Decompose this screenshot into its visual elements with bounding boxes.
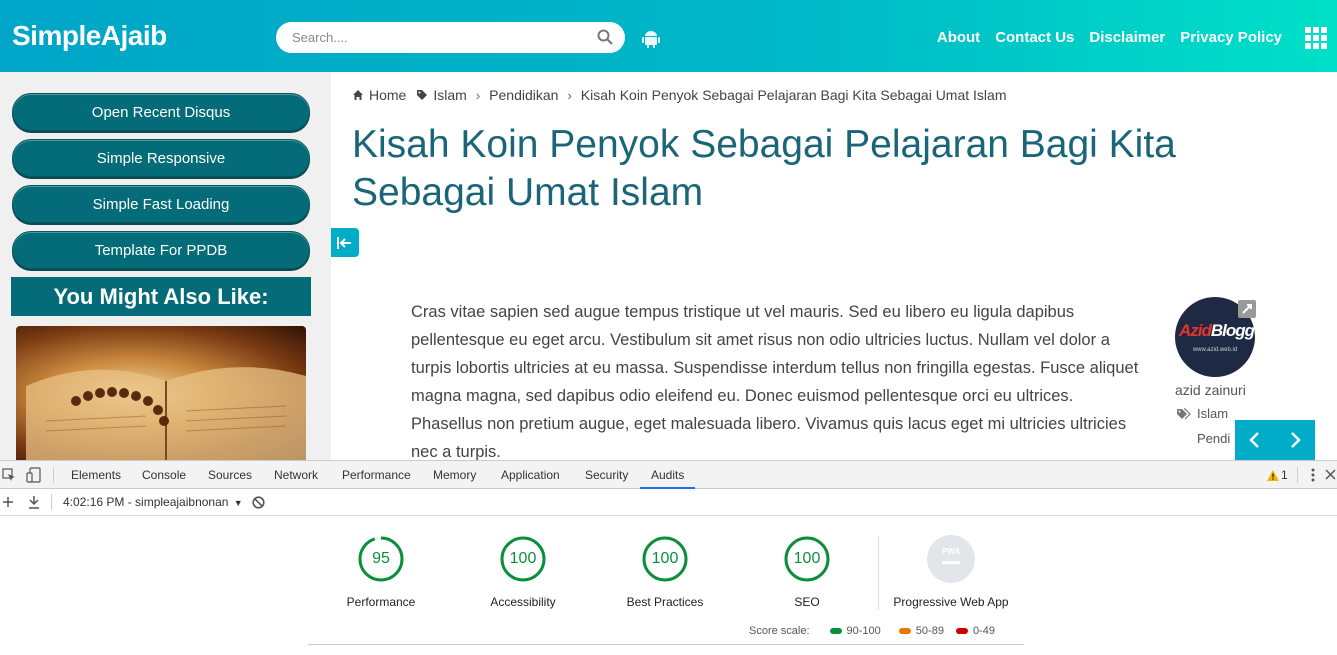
tab-elements[interactable]: Elements bbox=[71, 461, 121, 489]
tab-application[interactable]: Application bbox=[501, 461, 560, 489]
devtools-tab-bar: Elements Console Sources Network Perform… bbox=[0, 461, 1337, 489]
scale-rule bbox=[308, 644, 1024, 645]
slider-prev-button[interactable] bbox=[1235, 420, 1275, 460]
warning-icon bbox=[1267, 469, 1279, 481]
scale-item-poor: 0-49 bbox=[955, 625, 995, 637]
audits-toolbar: 4:02:16 PM - simpleajaibnonan ▼ bbox=[0, 489, 1337, 516]
slider-next-button[interactable] bbox=[1275, 420, 1315, 460]
nav-privacy-policy[interactable]: Privacy Policy bbox=[1180, 29, 1282, 46]
home-icon bbox=[353, 90, 363, 100]
score-gauge-seo[interactable]: 100 SEO bbox=[747, 535, 867, 609]
score-value: 100 bbox=[793, 550, 821, 567]
new-audit-icon[interactable] bbox=[2, 496, 14, 508]
sidebar-toggle-button[interactable] bbox=[331, 228, 359, 257]
breadcrumb-home[interactable]: Home bbox=[369, 87, 406, 103]
toolbar-divider bbox=[51, 494, 52, 510]
chevron-right-icon: › bbox=[567, 87, 572, 103]
you-might-also-like-title: You Might Also Like: bbox=[11, 277, 311, 316]
open-recent-disqus-button[interactable]: Open Recent Disqus bbox=[12, 93, 310, 131]
tab-audits[interactable]: Audits bbox=[640, 461, 696, 489]
score-gauge-performance[interactable]: 95 Performance bbox=[321, 535, 441, 609]
score-label: Performance bbox=[346, 595, 416, 609]
score-value: 95 bbox=[372, 550, 390, 567]
simple-fast-loading-button[interactable]: Simple Fast Loading bbox=[12, 185, 310, 223]
score-gauge-accessibility[interactable]: 100 Accessibility bbox=[463, 535, 583, 609]
author-tag-pendidikan[interactable]: Pendi bbox=[1197, 431, 1230, 446]
template-for-ppdb-button[interactable]: Template For PPDB bbox=[12, 231, 310, 269]
gauge-ring: 95 bbox=[357, 535, 405, 583]
download-icon[interactable] bbox=[28, 495, 40, 509]
sidebar: Open Recent Disqus Simple Responsive Sim… bbox=[0, 72, 331, 460]
site-logo[interactable]: SimpleAjaib bbox=[12, 20, 167, 52]
tab-performance[interactable]: Performance bbox=[342, 461, 411, 489]
nav-contact-us[interactable]: Contact Us bbox=[995, 29, 1074, 46]
related-post-image[interactable] bbox=[16, 326, 306, 460]
tab-memory[interactable]: Memory bbox=[433, 461, 476, 489]
search-box bbox=[276, 22, 625, 53]
score-value: 100 bbox=[509, 550, 537, 567]
tab-network[interactable]: Network bbox=[274, 461, 318, 489]
gauge-ring: 100 bbox=[499, 535, 547, 583]
site-header: SimpleAjaib About Contact Us Disclaimer … bbox=[0, 0, 1337, 72]
warning-indicator[interactable]: 1 bbox=[1267, 468, 1288, 482]
post-title: Kisah Koin Penyok Sebagai Pelajaran Bagi… bbox=[352, 123, 1176, 214]
expand-icon[interactable] bbox=[1238, 300, 1256, 318]
avatar-brand: AzidBlogger bbox=[1179, 321, 1255, 340]
scale-item-average: 50-89 bbox=[898, 625, 944, 637]
avatar-url: www.azid.web.id bbox=[1192, 347, 1238, 353]
chevron-right-icon: › bbox=[475, 87, 481, 103]
breadcrumb-pendidikan[interactable]: Pendidikan bbox=[489, 87, 558, 103]
breadcrumb-islam[interactable]: Islam bbox=[433, 87, 466, 103]
audit-session-select[interactable]: 4:02:16 PM - simpleajaibnonan ▼ bbox=[63, 495, 243, 509]
scale-item-good: 90-100 bbox=[829, 625, 881, 637]
toolbar-divider bbox=[53, 467, 54, 483]
collapse-left-icon bbox=[337, 237, 351, 249]
device-toolbar-icon[interactable] bbox=[26, 467, 42, 483]
dropdown-arrow-icon: ▼ bbox=[233, 498, 243, 508]
inspect-element-icon[interactable] bbox=[2, 468, 16, 482]
score-scale-label: Score scale: bbox=[749, 625, 810, 637]
breadcrumb-current: Kisah Koin Penyok Sebagai Pelajaran Bagi… bbox=[580, 87, 1007, 103]
simple-responsive-button[interactable]: Simple Responsive bbox=[12, 139, 310, 177]
gauge-ring: 100 bbox=[641, 535, 689, 583]
tab-console[interactable]: Console bbox=[142, 461, 186, 489]
score-gauge-best-practices[interactable]: 100 Best Practices bbox=[605, 535, 725, 609]
slider-nav bbox=[1235, 420, 1315, 460]
clear-icon[interactable] bbox=[252, 496, 265, 509]
score-scale-legend: Score scale: 90-100 50-89 0-49 bbox=[749, 625, 995, 637]
score-value: 100 bbox=[651, 550, 679, 567]
score-label: Progressive Web App bbox=[893, 595, 1009, 609]
devtools-panel: Elements Console Sources Network Perform… bbox=[0, 460, 1337, 655]
score-label: SEO bbox=[794, 595, 820, 609]
more-options-icon[interactable] bbox=[1311, 468, 1315, 482]
score-label: Best Practices bbox=[626, 595, 704, 609]
close-devtools-icon[interactable] bbox=[1325, 469, 1336, 480]
tab-security[interactable]: Security bbox=[585, 461, 628, 489]
toolbar-divider bbox=[1297, 467, 1298, 483]
top-nav: About Contact Us Disclaimer Privacy Poli… bbox=[937, 29, 1282, 46]
chevron-right-icon bbox=[1291, 432, 1301, 448]
score-gauge-pwa[interactable]: PWA Progressive Web App bbox=[876, 535, 1026, 609]
search-input[interactable] bbox=[292, 22, 592, 53]
tab-sources[interactable]: Sources bbox=[208, 461, 252, 489]
pwa-badge-icon: PWA bbox=[927, 535, 975, 583]
post-body: Cras vitae sapien sed augue tempus trist… bbox=[411, 303, 1139, 461]
breadcrumb: Home Islam › Pendidikan › Kisah Koin Pen… bbox=[352, 87, 1006, 103]
gauge-ring: 100 bbox=[783, 535, 831, 583]
tag-icon bbox=[417, 90, 428, 100]
author-tag[interactable]: Islam bbox=[1176, 406, 1228, 421]
score-label: Accessibility bbox=[490, 595, 556, 609]
quran-book-picture bbox=[26, 367, 306, 460]
chevron-left-icon bbox=[1249, 432, 1259, 448]
tags-icon bbox=[1177, 407, 1191, 419]
nav-disclaimer[interactable]: Disclaimer bbox=[1089, 29, 1165, 46]
android-icon[interactable] bbox=[641, 29, 661, 49]
apps-grid-icon[interactable] bbox=[1305, 27, 1327, 49]
search-icon[interactable] bbox=[597, 29, 613, 45]
nav-about[interactable]: About bbox=[937, 29, 980, 46]
author-name[interactable]: azid zainuri bbox=[1175, 382, 1246, 398]
